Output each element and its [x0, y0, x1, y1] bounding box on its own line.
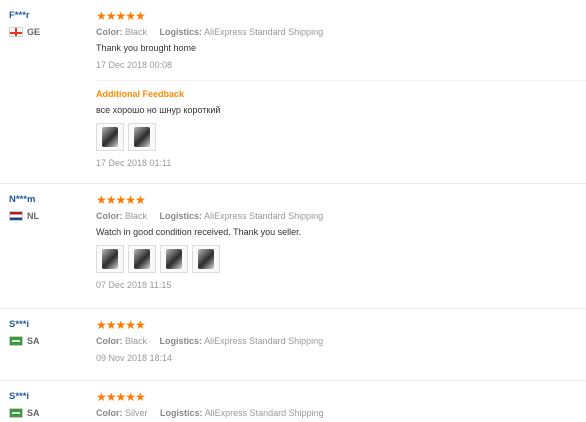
- review-text: Thank you brought home: [96, 43, 197, 53]
- star-rating: ★★★★★: [96, 9, 146, 23]
- review-photos: [96, 245, 586, 273]
- color-label: Color:: [96, 336, 123, 346]
- reviewer-country: SA: [9, 408, 40, 418]
- review-content: ★★★★★ Color: Black Logistics: AliExpress…: [96, 194, 586, 290]
- color-label: Color:: [96, 408, 123, 418]
- review-meta: Color: Black Logistics: AliExpress Stand…: [96, 27, 586, 37]
- reviewer-name[interactable]: F***r: [9, 10, 40, 21]
- logistics-label: Logistics:: [159, 211, 203, 221]
- logistics-label: Logistics:: [160, 408, 203, 418]
- reviewer-info: F***r GE: [9, 10, 40, 37]
- additional-feedback-title: Additional Feedback: [96, 89, 185, 99]
- color-label: Color:: [96, 211, 123, 221]
- saudi-arabia-flag-icon: [9, 408, 23, 418]
- country-code: SA: [27, 408, 40, 418]
- country-code: NL: [27, 211, 39, 221]
- star-rating: ★★★★★: [96, 193, 146, 207]
- review-text: Watch in good condition received. Thank …: [96, 227, 302, 237]
- review-photos: [96, 123, 586, 151]
- color-value: Black: [125, 27, 148, 37]
- review-meta: Color: Black Logistics: AliExpress Stand…: [96, 211, 586, 221]
- review-date: 09 Nov 2018 18:14: [96, 353, 173, 363]
- review-photo-thumbnail[interactable]: [160, 245, 188, 273]
- review-item: S***i SA ★★★★★ Color: Silver Logistics: …: [0, 381, 586, 422]
- review-meta: Color: Black Logistics: AliExpress Stand…: [96, 336, 586, 346]
- review-date: 07 Dec 2018 11:15: [96, 280, 172, 290]
- review-item: F***r GE ★★★★★ Color: Black Logistics: A…: [0, 0, 586, 184]
- star-rating: ★★★★★: [96, 318, 146, 332]
- saudi-arabia-flag-icon: [9, 336, 23, 346]
- country-code: GE: [27, 27, 41, 37]
- logistics-value: AliExpress Standard Shipping: [204, 211, 324, 221]
- star-rating: ★★★★★: [96, 390, 146, 404]
- country-code: SA: [27, 336, 40, 346]
- reviewer-info: S***i SA: [9, 391, 40, 418]
- review-item: N***m NL ★★★★★ Color: Black Logistics: A…: [0, 184, 586, 309]
- review-content: ★★★★★ Color: Black Logistics: AliExpress…: [96, 10, 586, 168]
- logistics-value: AliExpress Standard Shipping: [204, 336, 324, 346]
- reviewer-name[interactable]: S***i: [9, 319, 40, 330]
- review-meta: Color: Silver Logistics: AliExpress Stan…: [96, 408, 586, 418]
- color-value: Black: [125, 211, 148, 221]
- additional-feedback-date: 17 Dec 2018 01:11: [96, 158, 172, 168]
- review-photo-thumbnail[interactable]: [96, 123, 124, 151]
- review-photo-thumbnail[interactable]: [96, 245, 124, 273]
- color-label: Color:: [96, 27, 123, 37]
- logistics-value: AliExpress Standard Shipping: [204, 27, 324, 37]
- reviewer-info: N***m NL: [9, 194, 39, 221]
- review-content: ★★★★★ Color: Black Logistics: AliExpress…: [96, 319, 586, 363]
- review-item: S***i SA ★★★★★ Color: Black Logistics: A…: [0, 309, 586, 381]
- additional-feedback-text: все хорошо но шнур короткий: [96, 105, 221, 115]
- reviewer-info: S***i SA: [9, 319, 40, 346]
- reviewer-country: GE: [9, 27, 40, 37]
- color-value: Silver: [125, 408, 148, 418]
- review-photo-thumbnail[interactable]: [128, 123, 156, 151]
- logistics-label: Logistics:: [159, 336, 203, 346]
- color-value: Black: [125, 336, 148, 346]
- review-date: 17 Dec 2018 00:08: [96, 60, 173, 70]
- logistics-label: Logistics:: [159, 27, 203, 37]
- review-content: ★★★★★ Color: Silver Logistics: AliExpres…: [96, 391, 586, 418]
- logistics-value: AliExpress Standard Shipping: [204, 408, 324, 418]
- reviewer-country: NL: [9, 211, 39, 221]
- review-photo-thumbnail[interactable]: [128, 245, 156, 273]
- reviewer-name[interactable]: S***i: [9, 391, 40, 402]
- netherlands-flag-icon: [9, 211, 23, 221]
- additional-feedback: Additional Feedback все хорошо но шнур к…: [96, 80, 586, 168]
- review-photo-thumbnail[interactable]: [192, 245, 220, 273]
- reviewer-name[interactable]: N***m: [9, 194, 39, 205]
- georgia-flag-icon: [9, 27, 23, 37]
- reviewer-country: SA: [9, 336, 40, 346]
